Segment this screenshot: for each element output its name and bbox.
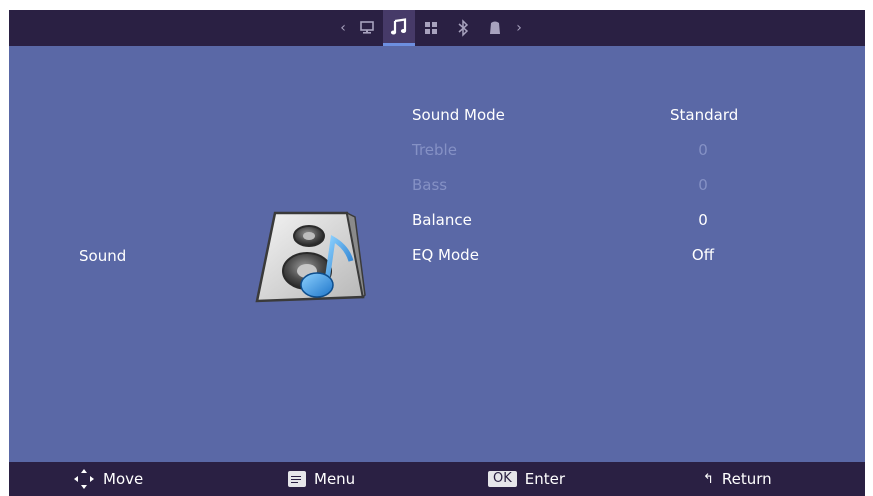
prev-category-arrow[interactable]: ‹: [335, 10, 351, 46]
bluetooth-icon: [458, 19, 469, 37]
setting-label: Bass: [412, 176, 448, 194]
top-menu-bar: ‹ ›: [9, 10, 865, 46]
ok-key-icon: OK: [488, 471, 517, 487]
hint-move: Move: [73, 462, 143, 496]
setting-row-sound-mode[interactable]: Sound Mode Standard: [412, 102, 812, 137]
monitor-icon: [360, 21, 374, 34]
tv-settings-screen: ‹ › Sound Sound Mode Standard Treble 0 B…: [9, 10, 865, 496]
setting-row-bass: Bass 0: [412, 172, 812, 207]
setting-label: Balance: [412, 211, 472, 229]
sound-settings-list: Sound Mode Standard Treble 0 Bass 0 Bala…: [412, 102, 812, 277]
setting-label: EQ Mode: [412, 246, 479, 264]
setting-row-treble: Treble 0: [412, 137, 812, 172]
hint-move-label: Move: [103, 470, 144, 488]
setting-label: Treble: [412, 141, 457, 159]
setting-value: 0: [698, 176, 708, 194]
setting-value: 0: [698, 211, 708, 229]
bottom-hint-bar: Move Menu OK Enter ↰ Return: [9, 462, 865, 496]
hint-menu-label: Menu: [314, 470, 356, 488]
lock-icon: [490, 21, 500, 34]
category-title: Sound: [79, 247, 127, 265]
grid-icon: [425, 22, 437, 34]
hint-return: ↰ Return: [703, 462, 772, 496]
setting-label: Sound Mode: [412, 106, 505, 124]
tab-bluetooth[interactable]: [447, 10, 479, 46]
category-tabs: ‹ ›: [335, 10, 527, 46]
tab-apps[interactable]: [415, 10, 447, 46]
tab-picture[interactable]: [351, 10, 383, 46]
return-arrow-icon: ↰: [703, 471, 714, 487]
next-category-arrow[interactable]: ›: [511, 10, 527, 46]
tab-sound[interactable]: [383, 10, 415, 46]
dpad-arrows-icon: [74, 469, 94, 489]
music-note-icon: [390, 17, 407, 34]
menu-key-icon: [288, 471, 306, 487]
hint-enter: OK Enter: [488, 462, 565, 496]
setting-value: 0: [698, 141, 708, 159]
setting-row-balance[interactable]: Balance 0: [412, 207, 812, 242]
hint-enter-label: Enter: [524, 470, 566, 488]
hint-menu: Menu: [288, 462, 355, 496]
setting-value: Standard: [670, 106, 739, 124]
tab-lock[interactable]: [479, 10, 511, 46]
hint-return-label: Return: [721, 470, 772, 488]
speaker-music-icon: [255, 211, 366, 303]
setting-value: Off: [691, 246, 715, 264]
setting-row-eq-mode[interactable]: EQ Mode Off: [412, 242, 812, 277]
